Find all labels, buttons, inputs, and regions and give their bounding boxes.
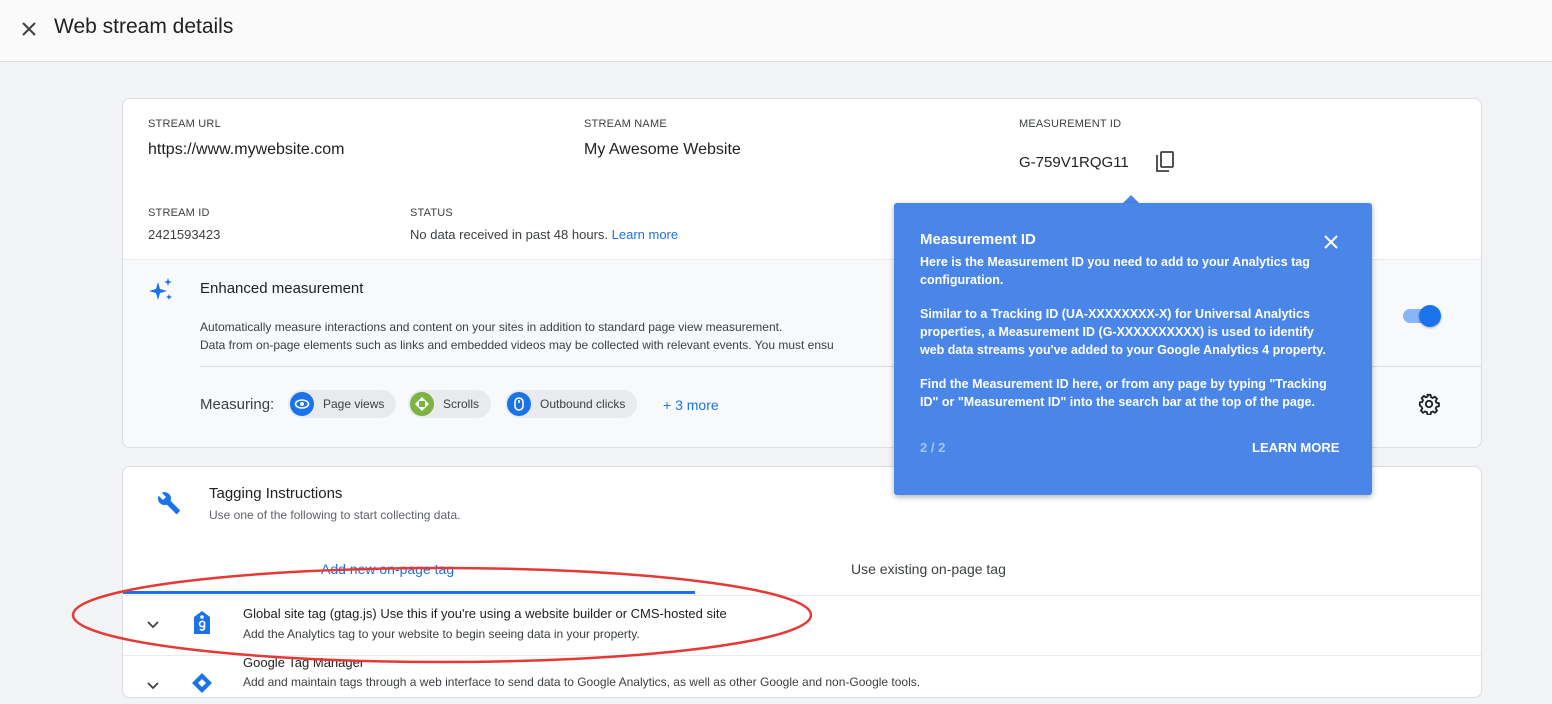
- close-icon[interactable]: [1322, 233, 1340, 251]
- eye-icon: [290, 392, 314, 416]
- close-icon[interactable]: [18, 18, 40, 40]
- row-description: Add the Analytics tag to your website to…: [243, 627, 640, 641]
- stream-id-value: 2421593423: [148, 227, 221, 242]
- popup-paragraph-3: Find the Measurement ID here, or from an…: [920, 377, 1327, 409]
- enhanced-measurement-title: Enhanced measurement: [200, 280, 364, 297]
- row-title: Global site tag (gtag.js) Use this if yo…: [243, 606, 727, 621]
- scroll-icon: [410, 392, 434, 416]
- stream-url-label: STREAM URL: [148, 118, 221, 130]
- row-title-rest: Use this if you're using a website build…: [380, 606, 727, 621]
- status-text: No data received in past 48 hours.: [410, 227, 609, 242]
- row-description: Add and maintain tags through a web inte…: [243, 675, 921, 689]
- chevron-down-icon[interactable]: [145, 616, 161, 632]
- tagging-instructions-subtitle: Use one of the following to start collec…: [209, 508, 461, 522]
- more-measurements-link[interactable]: + 3 more: [663, 397, 719, 413]
- list-item-global-site-tag[interactable]: Global site tag (gtag.js) Use this if yo…: [123, 596, 1481, 656]
- active-tab-indicator: [123, 591, 695, 594]
- chip-label: Outbound clicks: [540, 397, 626, 411]
- stream-name-label: STREAM NAME: [584, 118, 667, 130]
- measurement-id-popup: Measurement ID Here is the Measurement I…: [894, 203, 1372, 495]
- google-tag-manager-icon: [192, 673, 212, 693]
- stream-url-value: https://www.mywebsite.com: [148, 141, 345, 158]
- chip-label: Scrolls: [443, 397, 480, 411]
- sparkle-icon: [149, 278, 172, 300]
- chip-scrolls: Scrolls: [408, 390, 492, 418]
- row-title: Google Tag Manager: [243, 655, 364, 670]
- stream-name-value: My Awesome Website: [584, 141, 741, 158]
- tagging-instructions-card: Tagging Instructions Use one of the foll…: [122, 466, 1482, 698]
- row-title-main: Google Tag Manager: [243, 655, 365, 670]
- status-value: No data received in past 48 hours. Learn…: [410, 227, 678, 242]
- page-title: Web stream details: [54, 15, 234, 38]
- tab-add-new-on-page-tag[interactable]: Add new on-page tag: [321, 561, 454, 577]
- description-line-2: Data from on-page elements such as links…: [200, 338, 834, 352]
- chip-page-views: Page views: [288, 390, 397, 418]
- measurement-id-value: G-759V1RQG11: [1019, 154, 1129, 171]
- tab-use-existing-on-page-tag[interactable]: Use existing on-page tag: [851, 561, 1006, 577]
- wrench-icon: [157, 492, 180, 514]
- tagging-instructions-title: Tagging Instructions: [209, 485, 343, 502]
- gtag-icon: [194, 611, 210, 634]
- chevron-down-icon[interactable]: [145, 677, 161, 693]
- measurement-id-label: MEASUREMENT ID: [1019, 118, 1122, 130]
- copy-icon[interactable]: [1155, 151, 1175, 173]
- enhanced-measurement-toggle[interactable]: [1401, 304, 1441, 328]
- gear-icon[interactable]: [1418, 393, 1440, 415]
- learn-more-button[interactable]: LEARN MORE: [1252, 440, 1339, 455]
- row-title-main: Global site tag (gtag.js): [243, 606, 377, 621]
- popup-paragraph-1: Here is the Measurement ID you need to a…: [920, 255, 1310, 287]
- stream-id-label: STREAM ID: [148, 207, 210, 219]
- list-item-google-tag-manager[interactable]: Google Tag Manager Add and maintain tags…: [123, 655, 1481, 697]
- chip-label: Page views: [323, 397, 385, 411]
- popup-page-indicator: 2 / 2: [920, 440, 946, 455]
- popup-paragraph-2: Similar to a Tracking ID (UA-XXXXXXXX-X)…: [920, 307, 1326, 357]
- enhanced-measurement-description: Automatically measure interactions and c…: [200, 318, 834, 354]
- learn-more-link[interactable]: Learn more: [612, 227, 678, 242]
- toggle-thumb: [1419, 305, 1441, 327]
- mouse-icon: [507, 392, 531, 416]
- popup-title: Measurement ID: [920, 231, 1036, 248]
- measuring-label: Measuring:: [200, 396, 275, 413]
- status-label: STATUS: [410, 207, 453, 219]
- top-bar: Web stream details: [0, 0, 1552, 62]
- chip-outbound-clicks: Outbound clicks: [505, 390, 638, 418]
- description-line-1: Automatically measure interactions and c…: [200, 320, 783, 334]
